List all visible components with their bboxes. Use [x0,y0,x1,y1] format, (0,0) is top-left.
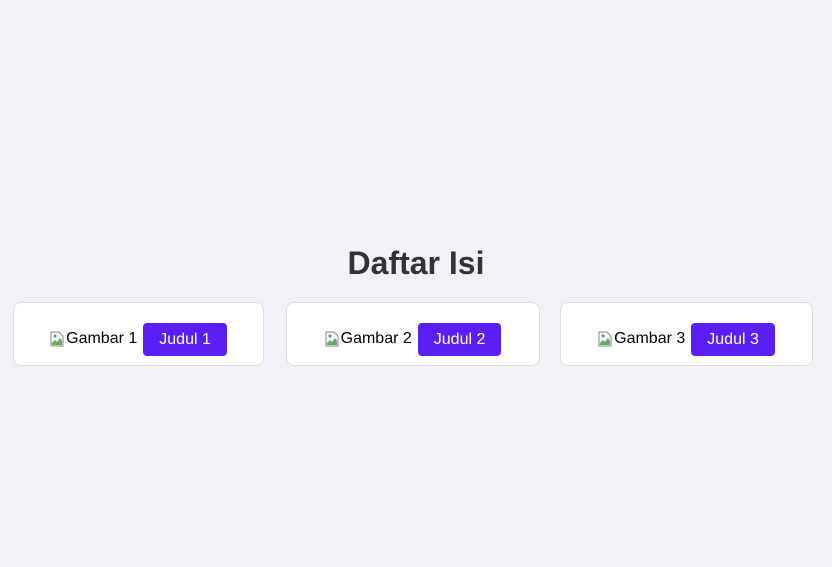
card-image-alt-3: Gambar 3 [614,330,686,347]
title-button-3[interactable]: Judul 3 [691,322,775,356]
card-image-1: Gambar 1 [50,330,137,348]
title-button-1[interactable]: Judul 1 [143,322,227,356]
card-image-alt-1: Gambar 1 [66,330,138,347]
broken-image-icon [598,331,612,347]
card-image-alt-2: Gambar 2 [340,330,412,347]
content-card-3: Gambar 3 Judul 3 [560,302,813,366]
content-card-2: Gambar 2 Judul 2 [286,302,540,366]
broken-image-icon [325,331,339,347]
card-image-2: Gambar 2 [325,330,412,348]
broken-image-icon [50,331,64,347]
page-title: Daftar Isi [347,245,485,281]
content-card-1: Gambar 1 Judul 1 [13,302,264,366]
title-button-2[interactable]: Judul 2 [417,322,502,356]
card-image-3: Gambar 3 [598,330,685,348]
